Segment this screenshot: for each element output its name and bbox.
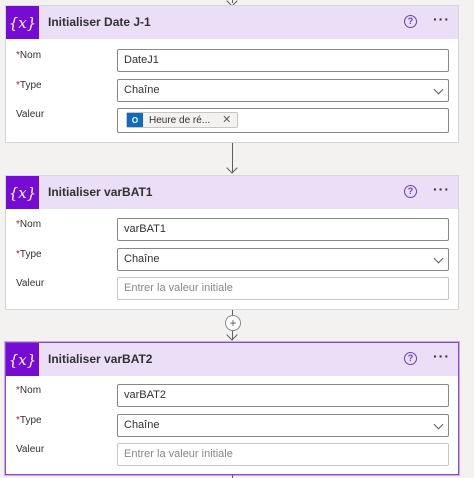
type-select-value: Chaîne: [124, 84, 160, 96]
card-initialiser-date: {x} Initialiser Date J-1 ? ··· *Nom Date…: [5, 5, 459, 143]
row-type: *Type Chaîne: [6, 414, 458, 438]
help-icon[interactable]: ?: [404, 352, 417, 365]
row-nom: *Nom varBAT2: [6, 384, 458, 408]
valeur-input[interactable]: Entrer la valeur initiale: [117, 277, 449, 300]
chevron-down-icon: [433, 419, 444, 430]
help-icon[interactable]: ?: [404, 15, 417, 28]
token-label: Heure de ré...: [149, 114, 211, 126]
card-initialiser-varbat2: {x} Initialiser varBAT2 ? ··· *Nom varBA…: [5, 342, 459, 475]
arrow-down-icon: [226, 162, 238, 174]
nom-label: *Nom: [16, 50, 42, 61]
row-type: *Type Chaîne: [6, 79, 458, 103]
nom-input[interactable]: DateJ1: [117, 49, 449, 72]
outlook-icon: O: [127, 113, 143, 127]
type-select[interactable]: Chaîne: [117, 414, 449, 437]
type-select[interactable]: Chaîne: [117, 79, 449, 102]
arrow-down-icon: [226, 329, 238, 341]
type-select[interactable]: Chaîne: [117, 248, 449, 271]
variable-icon: {x}: [6, 343, 39, 376]
row-nom: *Nom varBAT1: [6, 218, 458, 242]
chevron-down-icon: [433, 253, 444, 264]
valeur-input[interactable]: Entrer la valeur initiale: [117, 443, 449, 466]
row-valeur: Valeur O Heure de ré... ✕: [6, 108, 458, 133]
nom-label: *Nom: [16, 219, 42, 230]
row-valeur: Valeur Entrer la valeur initiale: [6, 277, 458, 301]
valeur-label: Valeur: [16, 278, 45, 289]
nom-input[interactable]: varBAT2: [117, 384, 449, 407]
nom-label: *Nom: [16, 385, 42, 396]
chevron-down-icon: [433, 84, 444, 95]
type-label: *Type: [16, 249, 42, 260]
card-initialiser-varbat1: {x} Initialiser varBAT1 ? ··· *Nom varBA…: [5, 175, 459, 310]
valeur-label: Valeur: [16, 444, 45, 455]
close-icon[interactable]: ✕: [222, 110, 231, 131]
help-icon[interactable]: ?: [404, 185, 417, 198]
card-header[interactable]: {x} Initialiser varBAT1 ? ···: [6, 176, 458, 209]
flow-canvas: {x} Initialiser Date J-1 ? ··· *Nom Date…: [0, 0, 474, 478]
card-title: Initialiser varBAT2: [48, 352, 153, 366]
card-title: Initialiser Date J-1: [48, 15, 151, 29]
type-select-value: Chaîne: [124, 419, 160, 431]
row-type: *Type Chaîne: [6, 248, 458, 272]
type-label: *Type: [16, 415, 42, 426]
more-options-icon[interactable]: ···: [433, 181, 450, 197]
row-valeur: Valeur Entrer la valeur initiale: [6, 443, 458, 467]
add-step-icon[interactable]: +: [225, 315, 241, 331]
variable-icon: {x}: [6, 6, 39, 39]
nom-input[interactable]: varBAT1: [117, 218, 449, 241]
row-nom: *Nom DateJ1: [6, 49, 458, 73]
card-title: Initialiser varBAT1: [48, 185, 153, 199]
card-header[interactable]: {x} Initialiser Date J-1 ? ···: [6, 6, 458, 39]
variable-icon: {x}: [6, 176, 39, 209]
more-options-icon[interactable]: ···: [433, 11, 450, 27]
dynamic-content-token[interactable]: O Heure de ré... ✕: [126, 110, 239, 131]
more-options-icon[interactable]: ···: [433, 348, 450, 364]
type-select-value: Chaîne: [124, 253, 160, 265]
type-label: *Type: [16, 80, 42, 91]
valeur-input[interactable]: O Heure de ré... ✕: [117, 108, 449, 133]
valeur-label: Valeur: [16, 109, 45, 120]
card-header[interactable]: {x} Initialiser varBAT2 ? ···: [6, 343, 458, 376]
